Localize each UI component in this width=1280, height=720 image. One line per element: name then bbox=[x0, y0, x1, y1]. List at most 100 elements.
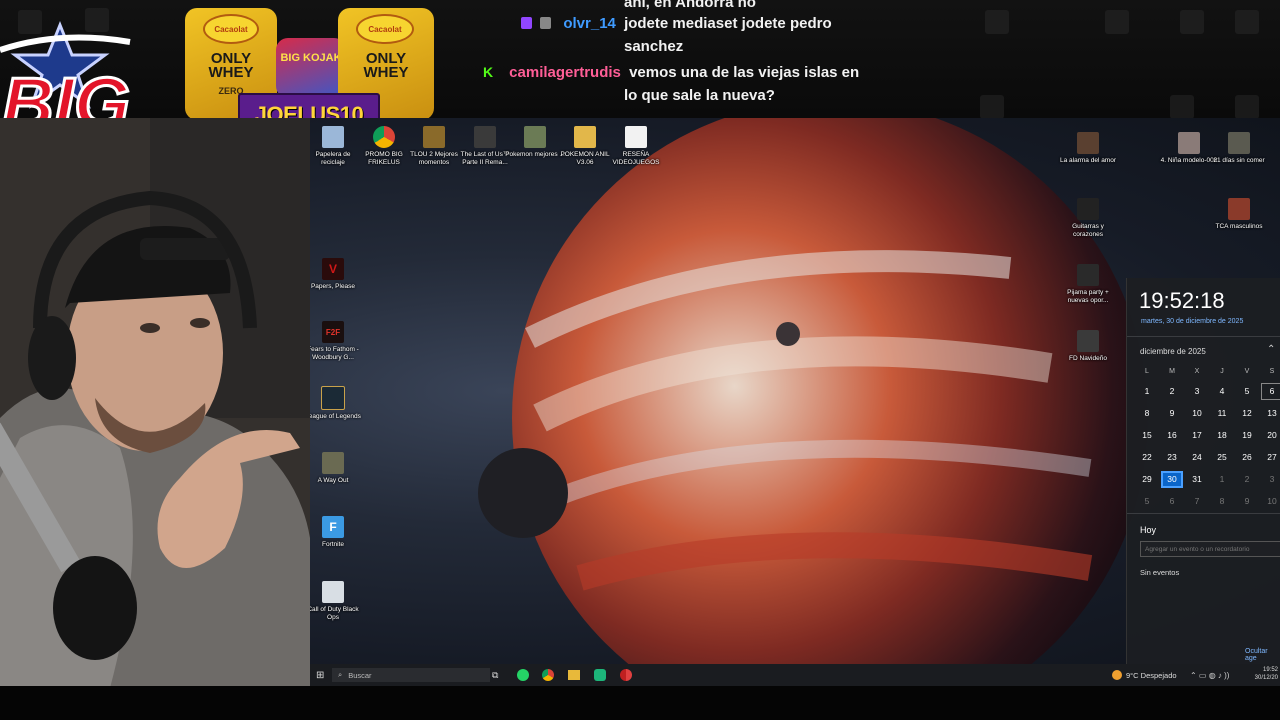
desktop-icon-fortnite[interactable]: F Fortnite bbox=[310, 516, 363, 549]
task-view-icon[interactable]: ⧉ bbox=[492, 668, 498, 682]
desktop-icon-pijama-party[interactable]: Pijama party + nuevas opor... bbox=[1058, 264, 1118, 305]
chevron-up-icon[interactable]: ⌃ bbox=[1267, 344, 1275, 355]
desktop-icon-label: Fears to Fathom - Woodbury G... bbox=[310, 346, 359, 361]
calendar-day[interactable]: 26 bbox=[1236, 449, 1258, 466]
video-icon bbox=[1178, 132, 1200, 154]
calendar-day[interactable]: 3 bbox=[1186, 383, 1208, 400]
calendar-day[interactable]: 5 bbox=[1236, 383, 1258, 400]
desktop-icon-21-dias[interactable]: 21 días sin comer bbox=[1209, 132, 1269, 165]
a-way-out-icon bbox=[322, 452, 344, 474]
calendar-day[interactable]: 4 bbox=[1211, 383, 1233, 400]
obs-app-icon[interactable] bbox=[594, 668, 606, 682]
calendar-day[interactable]: 22 bbox=[1136, 449, 1158, 466]
calendar-day[interactable]: 12 bbox=[1236, 405, 1258, 422]
calendar-day[interactable]: 2 bbox=[1236, 471, 1258, 488]
whatsapp-icon[interactable] bbox=[517, 668, 529, 682]
taskbar: ⊞ ⌕ Buscar ⧉ 9°C Despejado ⌃ ▭ ◍ ♪ )) 19… bbox=[310, 664, 1280, 686]
desktop-icon-label: Guitarras y corazones bbox=[1072, 223, 1104, 238]
calendar-day[interactable]: 10 bbox=[1186, 405, 1208, 422]
calendar-day[interactable]: 6 bbox=[1261, 383, 1280, 400]
product-name: ONLY WHEY bbox=[363, 50, 409, 81]
webcam-scene bbox=[0, 118, 310, 688]
calendar-day[interactable]: 9 bbox=[1161, 405, 1183, 422]
calendar-day[interactable]: 25 bbox=[1211, 449, 1233, 466]
desktop-icon-call-of-duty[interactable]: Call of Duty Black Ops bbox=[310, 581, 363, 622]
calendar-flyout: 19:52:18 martes, 30 de diciembre de 2025… bbox=[1126, 278, 1280, 664]
calendar-day[interactable]: 10 bbox=[1261, 493, 1280, 510]
desktop-icon-a-way-out[interactable]: A Way Out bbox=[310, 452, 363, 485]
system-tray-icons[interactable]: ⌃ ▭ ◍ ♪ )) bbox=[1190, 668, 1229, 682]
desktop-icon-tca[interactable]: TCA masculinos bbox=[1209, 198, 1269, 231]
event-input[interactable] bbox=[1140, 541, 1280, 557]
chrome-icon[interactable] bbox=[542, 668, 554, 682]
desktop-icon-fd-navideno[interactable]: FD Navideño bbox=[1058, 330, 1118, 363]
calendar-day[interactable]: 18 bbox=[1211, 427, 1233, 444]
desktop-icon-label: League of Legends bbox=[310, 413, 361, 420]
calendar-day[interactable]: 23 bbox=[1161, 449, 1183, 466]
calendar-day[interactable]: 2 bbox=[1161, 383, 1183, 400]
calendar-day[interactable]: 29 bbox=[1136, 471, 1158, 488]
clock-date: 30/12/20 bbox=[1254, 675, 1278, 681]
calendar-day[interactable]: 15 bbox=[1136, 427, 1158, 444]
calendar-day[interactable]: 24 bbox=[1186, 449, 1208, 466]
calendar-day[interactable]: 16 bbox=[1161, 427, 1183, 444]
calendar-day[interactable]: 3 bbox=[1261, 471, 1280, 488]
desktop-icon-alarma-amor[interactable]: La alarma del amor bbox=[1058, 132, 1118, 165]
flyout-date-link[interactable]: martes, 30 de diciembre de 2025 bbox=[1141, 318, 1243, 325]
chrome-alt-icon[interactable] bbox=[620, 668, 632, 682]
weekday-label: S bbox=[1269, 368, 1275, 375]
folder-icon bbox=[574, 126, 596, 148]
desktop-icon-fears-to-fathom[interactable]: F2F Fears to Fathom - Woodbury G... bbox=[310, 321, 363, 362]
calendar-day[interactable]: 27 bbox=[1261, 449, 1280, 466]
folder-icon bbox=[423, 126, 445, 148]
calendar-day[interactable]: 1 bbox=[1211, 471, 1233, 488]
flyout-divider bbox=[1127, 336, 1280, 337]
calendar-day[interactable]: 17 bbox=[1186, 427, 1208, 444]
product-brand-badge: Cacaolat bbox=[356, 14, 414, 44]
file-explorer-icon[interactable] bbox=[568, 668, 580, 682]
desktop-icon-label: La alarma del amor bbox=[1060, 157, 1116, 164]
cod-icon bbox=[322, 581, 344, 603]
desktop-icon-league[interactable]: League of Legends bbox=[310, 386, 363, 421]
bg-video-icon bbox=[980, 95, 1004, 119]
calendar-day[interactable]: 20 bbox=[1261, 427, 1280, 444]
f2f-icon: F2F bbox=[322, 321, 344, 343]
calendar-day[interactable]: 7 bbox=[1186, 493, 1208, 510]
today-heading: Hoy bbox=[1140, 525, 1157, 535]
windows-start-icon[interactable]: ⊞ bbox=[316, 668, 324, 682]
calendar-day[interactable]: 8 bbox=[1136, 405, 1158, 422]
taskbar-search[interactable]: ⌕ Buscar bbox=[332, 668, 490, 682]
weekday-label: V bbox=[1244, 368, 1250, 375]
chat-line: K camilagertrudis vemos una de las vieja… bbox=[483, 64, 859, 81]
weekday-label: X bbox=[1194, 368, 1200, 375]
video-icon bbox=[1228, 132, 1250, 154]
hide-agenda-link[interactable]: Ocultar age bbox=[1245, 648, 1280, 662]
weekday-label: J bbox=[1220, 368, 1224, 375]
chat-message: ahí, en Andorra no bbox=[624, 0, 756, 11]
product-name: ONLY WHEY bbox=[208, 50, 254, 81]
calendar-day[interactable]: 30 bbox=[1161, 471, 1183, 488]
chat-message: vemos una de las viejas islas en bbox=[629, 64, 860, 81]
calendar-day[interactable]: 31 bbox=[1186, 471, 1208, 488]
calendar-day[interactable]: 13 bbox=[1261, 405, 1280, 422]
taskbar-clock[interactable]: 19:52 30/12/20 bbox=[1250, 666, 1278, 682]
calendar-day[interactable]: 5 bbox=[1136, 493, 1158, 510]
calendar-day[interactable]: 9 bbox=[1236, 493, 1258, 510]
bg-video-icon bbox=[985, 10, 1009, 34]
calendar-day[interactable]: 8 bbox=[1211, 493, 1233, 510]
twitch-icon bbox=[521, 17, 532, 29]
desktop-icon-papers-please[interactable]: V Papers, Please bbox=[310, 258, 363, 291]
desktop-icon-label: TCA masculinos bbox=[1215, 223, 1263, 230]
bg-video-icon bbox=[1170, 95, 1194, 119]
calendar-day[interactable]: 19 bbox=[1236, 427, 1258, 444]
calendar-day[interactable]: 6 bbox=[1161, 493, 1183, 510]
desktop-icon-label: Fortnite bbox=[321, 541, 345, 548]
weekday-label: M bbox=[1169, 368, 1175, 375]
video-icon bbox=[1077, 264, 1099, 286]
calendar-month-label[interactable]: diciembre de 2025 bbox=[1140, 347, 1206, 356]
weather-widget[interactable]: 9°C Despejado bbox=[1112, 668, 1177, 682]
desktop-icon-resena[interactable]: RESEÑA VIDEOJUEGOS bbox=[606, 126, 666, 167]
calendar-day[interactable]: 1 bbox=[1136, 383, 1158, 400]
desktop-icon-guitarras[interactable]: Guitarras y corazones bbox=[1058, 198, 1118, 239]
calendar-day[interactable]: 11 bbox=[1211, 405, 1233, 422]
